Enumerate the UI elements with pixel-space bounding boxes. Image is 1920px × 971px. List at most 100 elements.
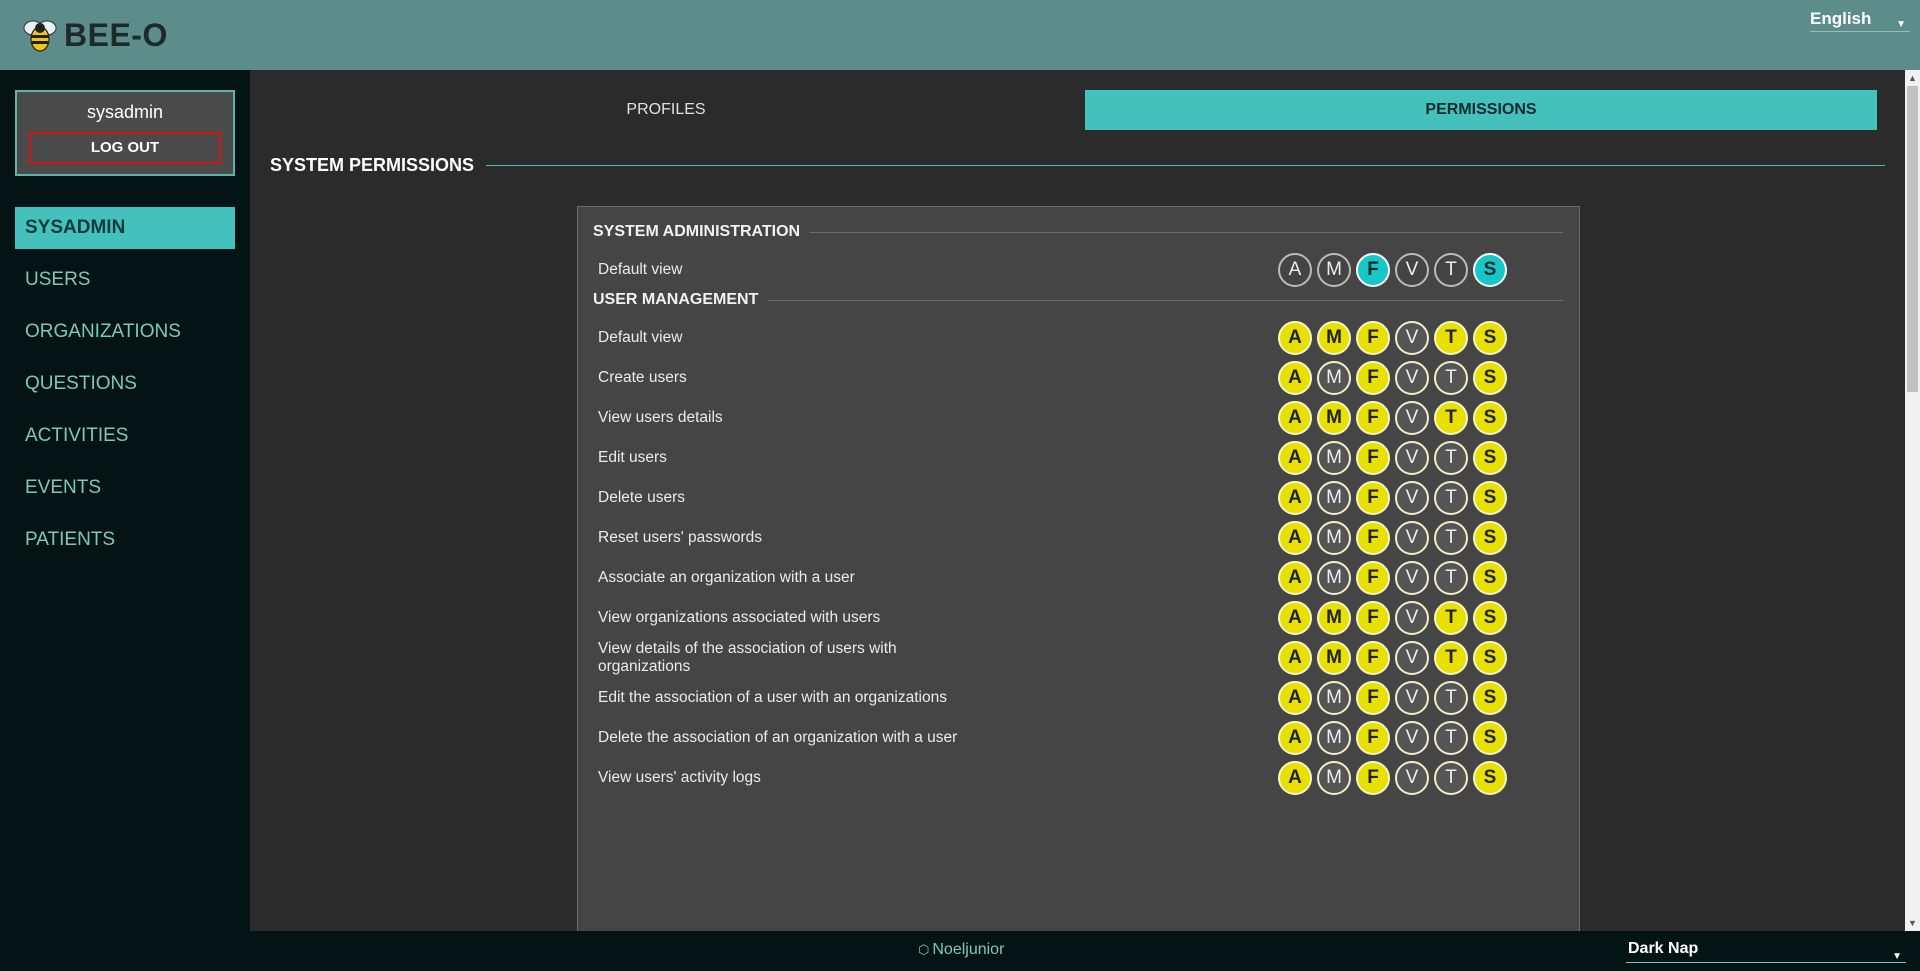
profile-toggle-t[interactable]: T [1434, 321, 1468, 355]
profile-toggle-m[interactable]: M [1317, 481, 1351, 515]
sidebar-item-users[interactable]: USERS [15, 259, 235, 301]
profile-toggle-m[interactable]: M [1317, 721, 1351, 755]
profile-toggle-v[interactable]: V [1395, 601, 1429, 635]
profile-toggle-f[interactable]: F [1356, 681, 1390, 715]
profile-toggle-t[interactable]: T [1434, 561, 1468, 595]
profile-toggle-t[interactable]: T [1434, 401, 1468, 435]
profile-toggle-f[interactable]: F [1356, 253, 1390, 287]
profile-toggle-s[interactable]: S [1473, 761, 1507, 795]
profile-toggle-m[interactable]: M [1317, 681, 1351, 715]
group-divider [768, 299, 1563, 301]
profile-toggle-t[interactable]: T [1434, 253, 1468, 287]
profile-toggle-f[interactable]: F [1356, 561, 1390, 595]
profile-toggle-m[interactable]: M [1317, 361, 1351, 395]
profile-toggle-s[interactable]: S [1473, 401, 1507, 435]
profile-toggle-v[interactable]: V [1395, 721, 1429, 755]
sidebar-item-sysadmin[interactable]: SYSADMIN [15, 207, 235, 249]
logout-button[interactable]: LOG OUT [29, 132, 221, 164]
theme-selected: Dark Nap [1628, 940, 1699, 957]
app-logo[interactable]: BEE-O [20, 15, 168, 55]
profile-toggle-s[interactable]: S [1473, 681, 1507, 715]
profile-toggle-s[interactable]: S [1473, 721, 1507, 755]
profile-toggle-m[interactable]: M [1317, 761, 1351, 795]
scrollbar-thumb[interactable] [1907, 86, 1918, 392]
profile-toggle-m[interactable]: M [1317, 321, 1351, 355]
profile-toggle-t[interactable]: T [1434, 441, 1468, 475]
profile-toggle-a[interactable]: A [1278, 761, 1312, 795]
theme-select[interactable]: Dark Nap ▼ [1626, 937, 1906, 963]
profile-toggle-a[interactable]: A [1278, 521, 1312, 555]
profile-toggle-a[interactable]: A [1278, 561, 1312, 595]
profile-toggle-t[interactable]: T [1434, 521, 1468, 555]
profile-toggle-v[interactable]: V [1395, 641, 1429, 675]
profile-toggle-v[interactable]: V [1395, 361, 1429, 395]
profile-toggle-v[interactable]: V [1395, 761, 1429, 795]
profile-toggle-f[interactable]: F [1356, 761, 1390, 795]
scroll-up-icon[interactable]: ▲ [1908, 73, 1917, 83]
profile-toggle-v[interactable]: V [1395, 253, 1429, 287]
sidebar-item-questions[interactable]: QUESTIONS [15, 363, 235, 405]
profile-toggle-s[interactable]: S [1473, 253, 1507, 287]
profile-toggle-t[interactable]: T [1434, 601, 1468, 635]
profile-toggle-s[interactable]: S [1473, 521, 1507, 555]
profile-toggle-t[interactable]: T [1434, 721, 1468, 755]
language-select[interactable]: English ▼ [1810, 8, 1910, 32]
profile-toggle-m[interactable]: M [1317, 441, 1351, 475]
profile-toggle-a[interactable]: A [1278, 681, 1312, 715]
profile-toggle-a[interactable]: A [1278, 641, 1312, 675]
profile-toggle-v[interactable]: V [1395, 401, 1429, 435]
profile-toggle-a[interactable]: A [1278, 441, 1312, 475]
profile-toggle-f[interactable]: F [1356, 641, 1390, 675]
permission-row: Default view A M F V T S [598, 318, 1568, 358]
profile-toggle-s[interactable]: S [1473, 361, 1507, 395]
profile-toggle-f[interactable]: F [1356, 601, 1390, 635]
sidebar-item-organizations[interactable]: ORGANIZATIONS [15, 311, 235, 353]
app-name: BEE-O [64, 16, 168, 53]
profile-toggle-t[interactable]: T [1434, 641, 1468, 675]
profile-toggle-a[interactable]: A [1278, 321, 1312, 355]
sidebar-item-events[interactable]: EVENTS [15, 467, 235, 509]
tab-profiles[interactable]: PROFILES [270, 90, 1062, 130]
profile-toggle-f[interactable]: F [1356, 441, 1390, 475]
profile-toggle-v[interactable]: V [1395, 321, 1429, 355]
scrollbar[interactable]: ▲ ▼ [1905, 70, 1920, 931]
profile-toggle-t[interactable]: T [1434, 481, 1468, 515]
profile-toggle-f[interactable]: F [1356, 401, 1390, 435]
profile-toggle-t[interactable]: T [1434, 361, 1468, 395]
profile-toggle-t[interactable]: T [1434, 681, 1468, 715]
footer-user-link[interactable]: ⬡ Noeljunior [918, 941, 1004, 959]
profile-toggle-m[interactable]: M [1317, 521, 1351, 555]
sidebar-item-patients[interactable]: PATIENTS [15, 519, 235, 561]
profile-toggle-m[interactable]: M [1317, 641, 1351, 675]
profile-toggle-f[interactable]: F [1356, 361, 1390, 395]
profile-toggle-s[interactable]: S [1473, 441, 1507, 475]
profile-toggle-f[interactable]: F [1356, 721, 1390, 755]
profile-toggle-s[interactable]: S [1473, 641, 1507, 675]
profile-toggle-v[interactable]: V [1395, 441, 1429, 475]
profile-toggle-f[interactable]: F [1356, 481, 1390, 515]
profile-toggle-m[interactable]: M [1317, 561, 1351, 595]
profile-toggle-v[interactable]: V [1395, 681, 1429, 715]
profile-toggle-v[interactable]: V [1395, 561, 1429, 595]
profile-toggle-t[interactable]: T [1434, 761, 1468, 795]
profile-toggle-f[interactable]: F [1356, 521, 1390, 555]
profile-toggle-a[interactable]: A [1278, 481, 1312, 515]
profile-toggle-a[interactable]: A [1278, 601, 1312, 635]
profile-toggle-m[interactable]: M [1317, 253, 1351, 287]
profile-toggle-a[interactable]: A [1278, 253, 1312, 287]
profile-toggle-s[interactable]: S [1473, 561, 1507, 595]
profile-toggle-a[interactable]: A [1278, 361, 1312, 395]
profile-toggle-a[interactable]: A [1278, 721, 1312, 755]
profile-toggle-s[interactable]: S [1473, 601, 1507, 635]
profile-toggle-m[interactable]: M [1317, 601, 1351, 635]
sidebar-item-activities[interactable]: ACTIVITIES [15, 415, 235, 457]
scroll-down-icon[interactable]: ▼ [1908, 918, 1917, 928]
profile-toggle-a[interactable]: A [1278, 401, 1312, 435]
profile-toggle-s[interactable]: S [1473, 481, 1507, 515]
profile-toggle-f[interactable]: F [1356, 321, 1390, 355]
tab-permissions[interactable]: PERMISSIONS [1085, 90, 1877, 130]
profile-toggle-v[interactable]: V [1395, 521, 1429, 555]
profile-toggle-m[interactable]: M [1317, 401, 1351, 435]
profile-toggle-v[interactable]: V [1395, 481, 1429, 515]
profile-toggle-s[interactable]: S [1473, 321, 1507, 355]
